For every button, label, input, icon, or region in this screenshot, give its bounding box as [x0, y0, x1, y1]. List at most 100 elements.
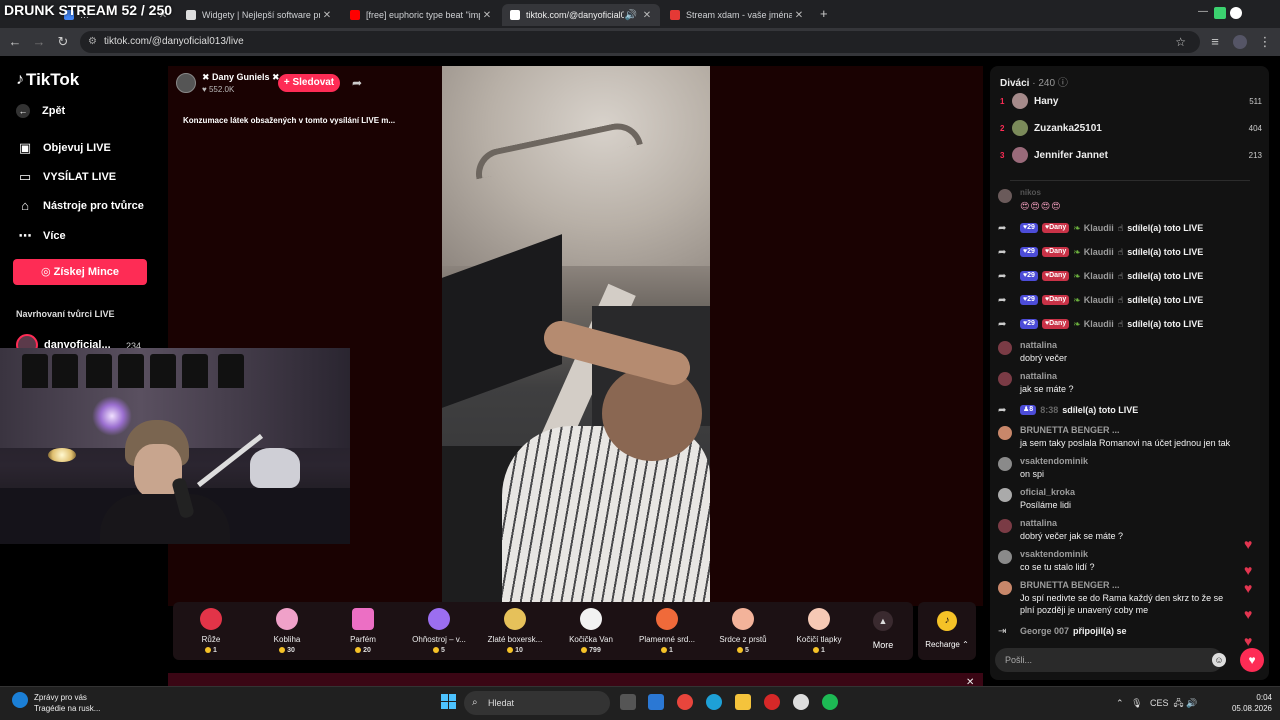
more-gifts-button[interactable]: ▲ More [865, 602, 905, 660]
share-event-row[interactable]: ➦ ♟8 8:38 sdílel(a) toto LIVE [998, 403, 1262, 417]
tab-close-icon[interactable]: ✕ [480, 10, 494, 21]
streamer-name[interactable]: ✖ Dany Guniels ✖ [202, 72, 280, 83]
site-info-icon[interactable]: ⚙ [88, 31, 97, 53]
microphone-icon[interactable]: 🎙 [1131, 698, 1142, 708]
share-arrow-icon: ➦ [998, 270, 1007, 282]
language-indicator[interactable]: CES [1150, 698, 1169, 708]
get-coins-button[interactable]: ◎ Získej Mince [13, 259, 147, 285]
perfume-icon [352, 608, 374, 630]
browser-tab[interactable]: Stream xdam - vaše jména (stre… ✕ [662, 4, 812, 26]
browser-menu-icon[interactable]: ⋮ [1256, 33, 1274, 51]
gift-name: Kočičí tlapky [796, 635, 842, 644]
chat-username: nattalina [1020, 371, 1058, 381]
sidebar-item-go-live[interactable]: ▭ VYSÍLAT LIVE [16, 169, 116, 185]
speaker-icon[interactable]: 🔊 [624, 10, 638, 21]
emoji-icon[interactable]: ☺ [1212, 653, 1226, 667]
tab-close-icon[interactable]: ✕ [320, 10, 334, 21]
gift-item-flaming-heart[interactable]: Plamenné srd... 1 [629, 602, 705, 660]
boxing-glove-icon [504, 608, 526, 630]
level-badge: ♥29 [1020, 271, 1038, 281]
chat-message[interactable]: oficial_kroka Posíláme lidi [998, 487, 1262, 515]
chat-input[interactable]: Pošli... [995, 648, 1223, 672]
edge-icon[interactable] [706, 694, 722, 710]
share-event-row[interactable]: ➦ ♥29 ♥Dany ❧ Klaudii ☝ sdílel(a) toto L… [998, 245, 1262, 259]
clock[interactable]: 0:04 05.08.2026 [1222, 692, 1272, 714]
system-tray[interactable]: ⌃ 🎙 CES 🖧 🔊 [1116, 696, 1197, 712]
bookmark-star-icon[interactable]: ☆ [1175, 31, 1186, 53]
gift-item-finger-heart[interactable]: Srdce z prstů 5 [705, 602, 781, 660]
file-explorer-icon[interactable] [735, 694, 751, 710]
top-viewer-row[interactable]: 3 Jennifer Jannet 213 [1000, 146, 1262, 164]
gift-price: 20 [325, 647, 401, 654]
extension-icon[interactable] [1214, 7, 1226, 19]
like-heart-button[interactable]: ♥ [1240, 648, 1264, 672]
chat-message[interactable]: vsaktendominik on spi [998, 456, 1262, 484]
spotify-icon[interactable] [822, 694, 838, 710]
chat-message[interactable]: nattalina jak se máte ? [998, 371, 1262, 399]
browser-tab-active[interactable]: tiktok.com/@danyoficial013 🔊 ✕ [502, 4, 660, 26]
sidebar-item-explore-live[interactable]: ▣ Objevuj LIVE [16, 140, 111, 156]
tab-close-icon[interactable]: ✕ [640, 10, 654, 21]
volume-icon[interactable]: 🔊 [1186, 698, 1197, 708]
network-icon[interactable]: 🖧 [1174, 698, 1184, 708]
share-icon[interactable]: ➦ [352, 76, 362, 90]
avatar[interactable] [176, 73, 196, 93]
chrome-icon[interactable] [677, 694, 693, 710]
gift-item-gold-boxing[interactable]: Zlaté boxersk... 10 [477, 602, 553, 660]
back-link[interactable]: ← Zpět [16, 104, 65, 118]
info-icon[interactable]: ⓘ [1058, 78, 1068, 89]
sidebar-item-creator-tools[interactable]: ⌂ Nástroje pro tvůrce [16, 198, 144, 213]
app-icon[interactable] [764, 694, 780, 710]
windows-start-icon[interactable] [441, 694, 456, 709]
sidebar-item-more[interactable]: ⋯ Více [16, 228, 66, 244]
top-viewer-row[interactable]: 1 Hany 511 [1000, 92, 1262, 110]
profile-icon[interactable] [1230, 7, 1242, 19]
top-viewer-row[interactable]: 2 Zuzanka25101 404 [1000, 119, 1262, 137]
join-event-row[interactable]: ⇥ George 007 připojil(a) se [998, 624, 1262, 638]
live-video[interactable] [442, 66, 710, 602]
task-view-icon[interactable] [620, 694, 636, 710]
chat-message[interactable]: nattalina dobrý večer [998, 340, 1262, 368]
gift-item-cat-paws[interactable]: Kočičí tlapky 1 [781, 602, 857, 660]
reload-icon[interactable]: ↻ [54, 33, 72, 51]
suggested-creators-title: Navrhovaní tvůrci LIVE [16, 309, 115, 319]
share-event-row[interactable]: ➦ ♥29 ♥Dany ❧ Klaudii ☝ sdílel(a) toto L… [998, 221, 1262, 235]
share-event-row[interactable]: ➦ ♥29 ♥Dany ❧ Klaudii ☝ sdílel(a) toto L… [998, 293, 1262, 307]
chat-panel: Diváci · 240 ⓘ 1 Hany 511 2 Zuzanka25101… [990, 66, 1269, 680]
taskbar-search[interactable]: ⌕ Hledat [464, 691, 610, 715]
chat-message[interactable]: BRUNETTA BENGER ... ja sem taky poslala … [998, 425, 1262, 453]
chat-message[interactable]: BRUNETTA BENGER ... Jo spí nedivte se do… [998, 580, 1262, 620]
chat-message[interactable]: vsaktendominik co se tu stalo lidí ? [998, 549, 1262, 577]
profile-avatar-icon[interactable] [1233, 35, 1247, 49]
minimize-icon[interactable]: — [1198, 6, 1208, 17]
gift-item-donut[interactable]: Kobliha 30 [249, 602, 325, 660]
share-event-row[interactable]: ➦ ♥29 ♥Dany ❧ Klaudii ☝ sdílel(a) toto L… [998, 269, 1262, 283]
gift-item-cat-van[interactable]: Kočička Van 799 [553, 602, 629, 660]
gift-item-perfume[interactable]: Parfém 20 [325, 602, 401, 660]
browser-tab[interactable]: [free] euphoric type beat "impu… ✕ [342, 4, 500, 26]
url-field[interactable]: ⚙ tiktok.com/@danyoficial013/live ☆ [80, 31, 1200, 53]
app-icon[interactable] [793, 694, 809, 710]
streamer-info[interactable]: ✖ Dany Guniels ✖ ♥ 552.0K [176, 72, 280, 94]
recharge-button[interactable]: ♪ Recharge ⌃ [918, 602, 976, 660]
tab-close-icon[interactable]: ✕ [792, 10, 806, 21]
new-tab-button[interactable]: + [820, 6, 828, 21]
gift-item-rose[interactable]: Růže 1 [173, 602, 249, 660]
chevron-up-icon[interactable]: ⌃ [1116, 698, 1124, 708]
tiktok-logo[interactable]: ♪ TikTok [16, 70, 79, 90]
gift-item-fireworks[interactable]: Ohňostroj – v... 5 [401, 602, 477, 660]
recharge-label: Recharge ⌃ [925, 640, 969, 649]
viewers-header[interactable]: Diváci · 240 ⓘ [1000, 74, 1068, 89]
store-icon[interactable] [648, 694, 664, 710]
floating-heart-icon: ♥ [1244, 536, 1253, 552]
chat-message[interactable]: nattalina dobrý večer jak se máte ? [998, 518, 1262, 546]
sidebar-panel-icon[interactable]: ≡ [1206, 33, 1224, 51]
share-event-row[interactable]: ➦ ♥29 ♥Dany ❧ Klaudii ☝ sdílel(a) toto L… [998, 317, 1262, 331]
date: 05.08.2026 [1231, 704, 1272, 713]
forward-arrow-icon[interactable]: → [30, 33, 48, 51]
follow-button[interactable]: + Sledovat [278, 74, 340, 92]
back-arrow-icon[interactable]: ← [6, 33, 24, 51]
browser-tab[interactable]: Widgety | Nejlepší software pro… ✕ [178, 4, 340, 26]
donut-icon [276, 608, 298, 630]
avatar [998, 488, 1012, 502]
